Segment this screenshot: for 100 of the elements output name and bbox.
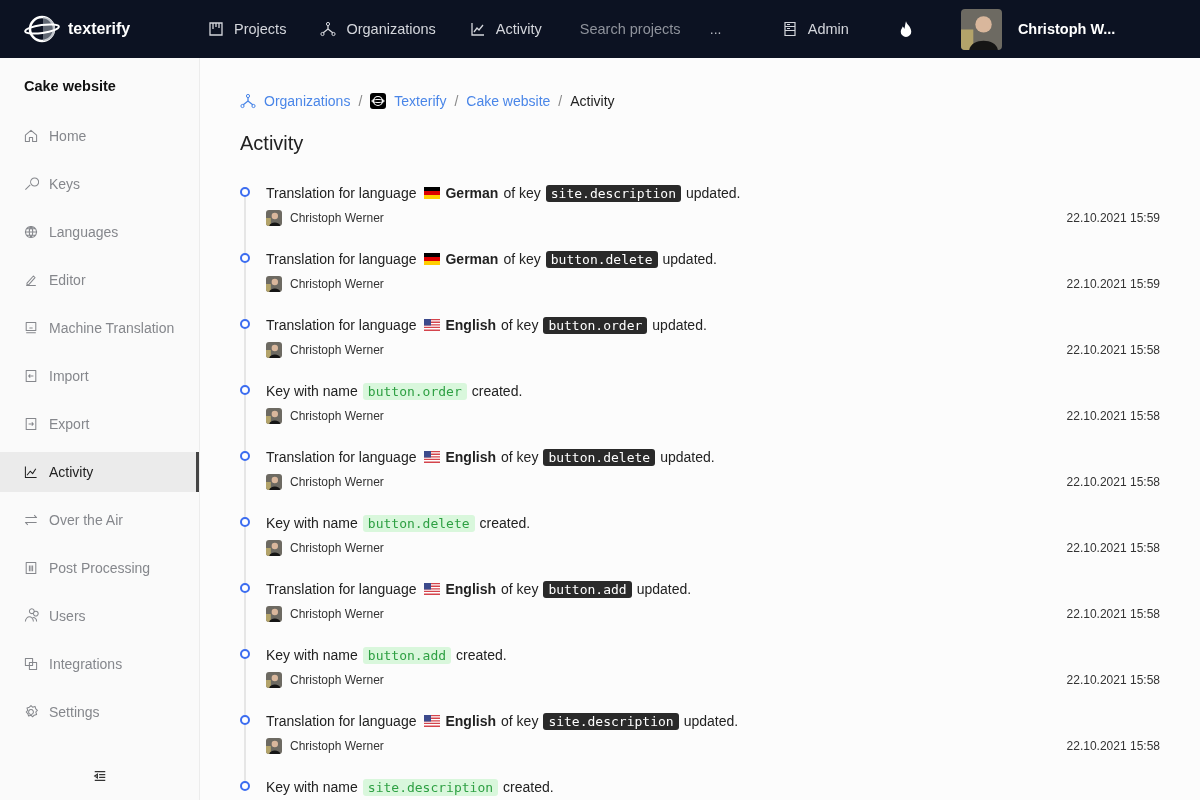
menu-item-icon bbox=[23, 704, 39, 720]
activity-text: of key bbox=[501, 713, 539, 729]
menu-item-icon bbox=[23, 560, 39, 576]
user-name: Christoph Werner bbox=[290, 277, 384, 291]
user-name: Christoph Werner bbox=[290, 673, 384, 687]
collapse-icon[interactable] bbox=[92, 769, 107, 783]
activity-text: updated. bbox=[660, 449, 715, 465]
activity-text: of key bbox=[503, 185, 541, 201]
menu-item-icon bbox=[23, 368, 39, 384]
more-indicator: ... bbox=[709, 21, 723, 37]
avatar bbox=[266, 276, 282, 292]
search-field[interactable]: Search projects bbox=[579, 21, 702, 37]
sidebar-item[interactable]: Activity bbox=[0, 452, 199, 492]
breadcrumb-separator: / bbox=[454, 93, 459, 109]
activity-text: created. bbox=[479, 515, 531, 531]
sidebar-item[interactable]: Post Processing bbox=[0, 548, 199, 588]
activity-text: of key bbox=[501, 581, 539, 597]
nav-link[interactable]: Organizations bbox=[320, 21, 436, 37]
menu-item-icon bbox=[23, 128, 39, 144]
sidebar-item[interactable]: Home bbox=[0, 116, 199, 156]
menu-item-icon bbox=[23, 224, 39, 240]
breadcrumb-current: Activity bbox=[570, 93, 615, 109]
nav-link[interactable]: Activity bbox=[469, 21, 542, 37]
sidebar-item[interactable]: Import bbox=[0, 356, 199, 396]
activity-text: Translation for language bbox=[266, 581, 417, 597]
activity-text: of key bbox=[503, 251, 541, 267]
timeline-dot bbox=[240, 715, 250, 725]
timestamp: 22.10.2021 15:59 bbox=[1066, 211, 1160, 225]
key-tag: button.order bbox=[543, 316, 648, 334]
activity-text: Translation for language bbox=[266, 185, 417, 201]
timeline-dot bbox=[240, 781, 250, 791]
avatar bbox=[960, 8, 1002, 50]
activity-text: Key with name bbox=[266, 647, 358, 663]
menu-item-icon bbox=[23, 656, 39, 672]
activity-text: Key with name bbox=[266, 383, 358, 399]
activity-text: created. bbox=[456, 647, 507, 663]
planet-icon bbox=[370, 93, 387, 109]
timeline-dot bbox=[240, 385, 250, 395]
sidebar-item[interactable]: Integrations bbox=[0, 644, 199, 684]
flag-icon bbox=[424, 319, 441, 331]
avatar bbox=[266, 408, 282, 424]
avatar bbox=[266, 210, 282, 226]
activity-text: created. bbox=[503, 779, 554, 795]
sidebar-item[interactable]: Export bbox=[0, 404, 199, 444]
menu-item-icon bbox=[23, 512, 39, 528]
avatar bbox=[266, 540, 282, 556]
menu-item-icon bbox=[23, 464, 39, 480]
menu-item-icon bbox=[23, 320, 39, 336]
timestamp: 22.10.2021 15:58 bbox=[1066, 475, 1160, 489]
key-tag: button.delete bbox=[362, 514, 475, 532]
timeline-dot bbox=[240, 649, 250, 659]
timeline-dot bbox=[240, 253, 250, 263]
network-icon bbox=[320, 21, 337, 37]
user-name[interactable]: Christoph W... bbox=[1017, 21, 1116, 37]
breadcrumb-link[interactable]: Cake website bbox=[466, 93, 551, 109]
key-tag: button.add bbox=[362, 646, 452, 664]
sidebar-item[interactable]: Users bbox=[0, 596, 199, 636]
menu-item-icon bbox=[23, 608, 39, 624]
key-tag: button.delete bbox=[545, 250, 658, 268]
menu-item-icon bbox=[23, 176, 39, 192]
timeline-dot bbox=[240, 319, 250, 329]
user-name: Christoph Werner bbox=[290, 409, 384, 423]
timestamp: 22.10.2021 15:59 bbox=[1066, 277, 1160, 291]
key-tag: button.add bbox=[543, 580, 632, 598]
timestamp: 22.10.2021 15:58 bbox=[1066, 673, 1160, 687]
activity-text: updated. bbox=[652, 317, 707, 333]
activity-text: Translation for language bbox=[266, 317, 417, 333]
breadcrumb-separator: / bbox=[358, 93, 363, 109]
avatar bbox=[266, 738, 282, 754]
sidebar-item[interactable]: Settings bbox=[0, 692, 199, 732]
sidebar-item[interactable]: Editor bbox=[0, 260, 199, 300]
language-name: English bbox=[445, 449, 497, 465]
user-name: Christoph Werner bbox=[290, 211, 384, 225]
nav-link[interactable]: Projects bbox=[208, 21, 287, 37]
breadcrumb-link[interactable]: Texterify bbox=[370, 93, 447, 109]
sidebar-item[interactable]: Languages bbox=[0, 212, 199, 252]
activity-text: created. bbox=[471, 383, 523, 399]
sidebar-item[interactable]: Over the Air bbox=[0, 500, 199, 540]
sidebar-item[interactable]: Keys bbox=[0, 164, 199, 204]
network-icon bbox=[240, 93, 256, 109]
avatar bbox=[266, 342, 282, 358]
admin-link[interactable]: Admin bbox=[781, 21, 849, 37]
activity-text: updated. bbox=[636, 581, 692, 597]
language-name: German bbox=[445, 251, 499, 267]
breadcrumb-link[interactable]: Organizations bbox=[240, 93, 351, 109]
timestamp: 22.10.2021 15:58 bbox=[1066, 541, 1160, 555]
avatar bbox=[266, 672, 282, 688]
flame-icon[interactable] bbox=[898, 20, 913, 38]
language-name: English bbox=[445, 713, 497, 729]
flag-icon bbox=[424, 451, 441, 463]
key-tag: button.delete bbox=[543, 448, 656, 466]
brand-name[interactable]: texterify bbox=[68, 20, 131, 38]
sidebar-item[interactable]: Machine Translation bbox=[0, 308, 199, 348]
flag-icon bbox=[424, 253, 441, 265]
menu-item-icon bbox=[23, 416, 39, 432]
language-name: German bbox=[445, 185, 499, 201]
flag-icon bbox=[424, 715, 441, 727]
timeline-dot bbox=[240, 187, 250, 197]
avatar bbox=[266, 474, 282, 490]
flag-icon bbox=[424, 187, 441, 199]
